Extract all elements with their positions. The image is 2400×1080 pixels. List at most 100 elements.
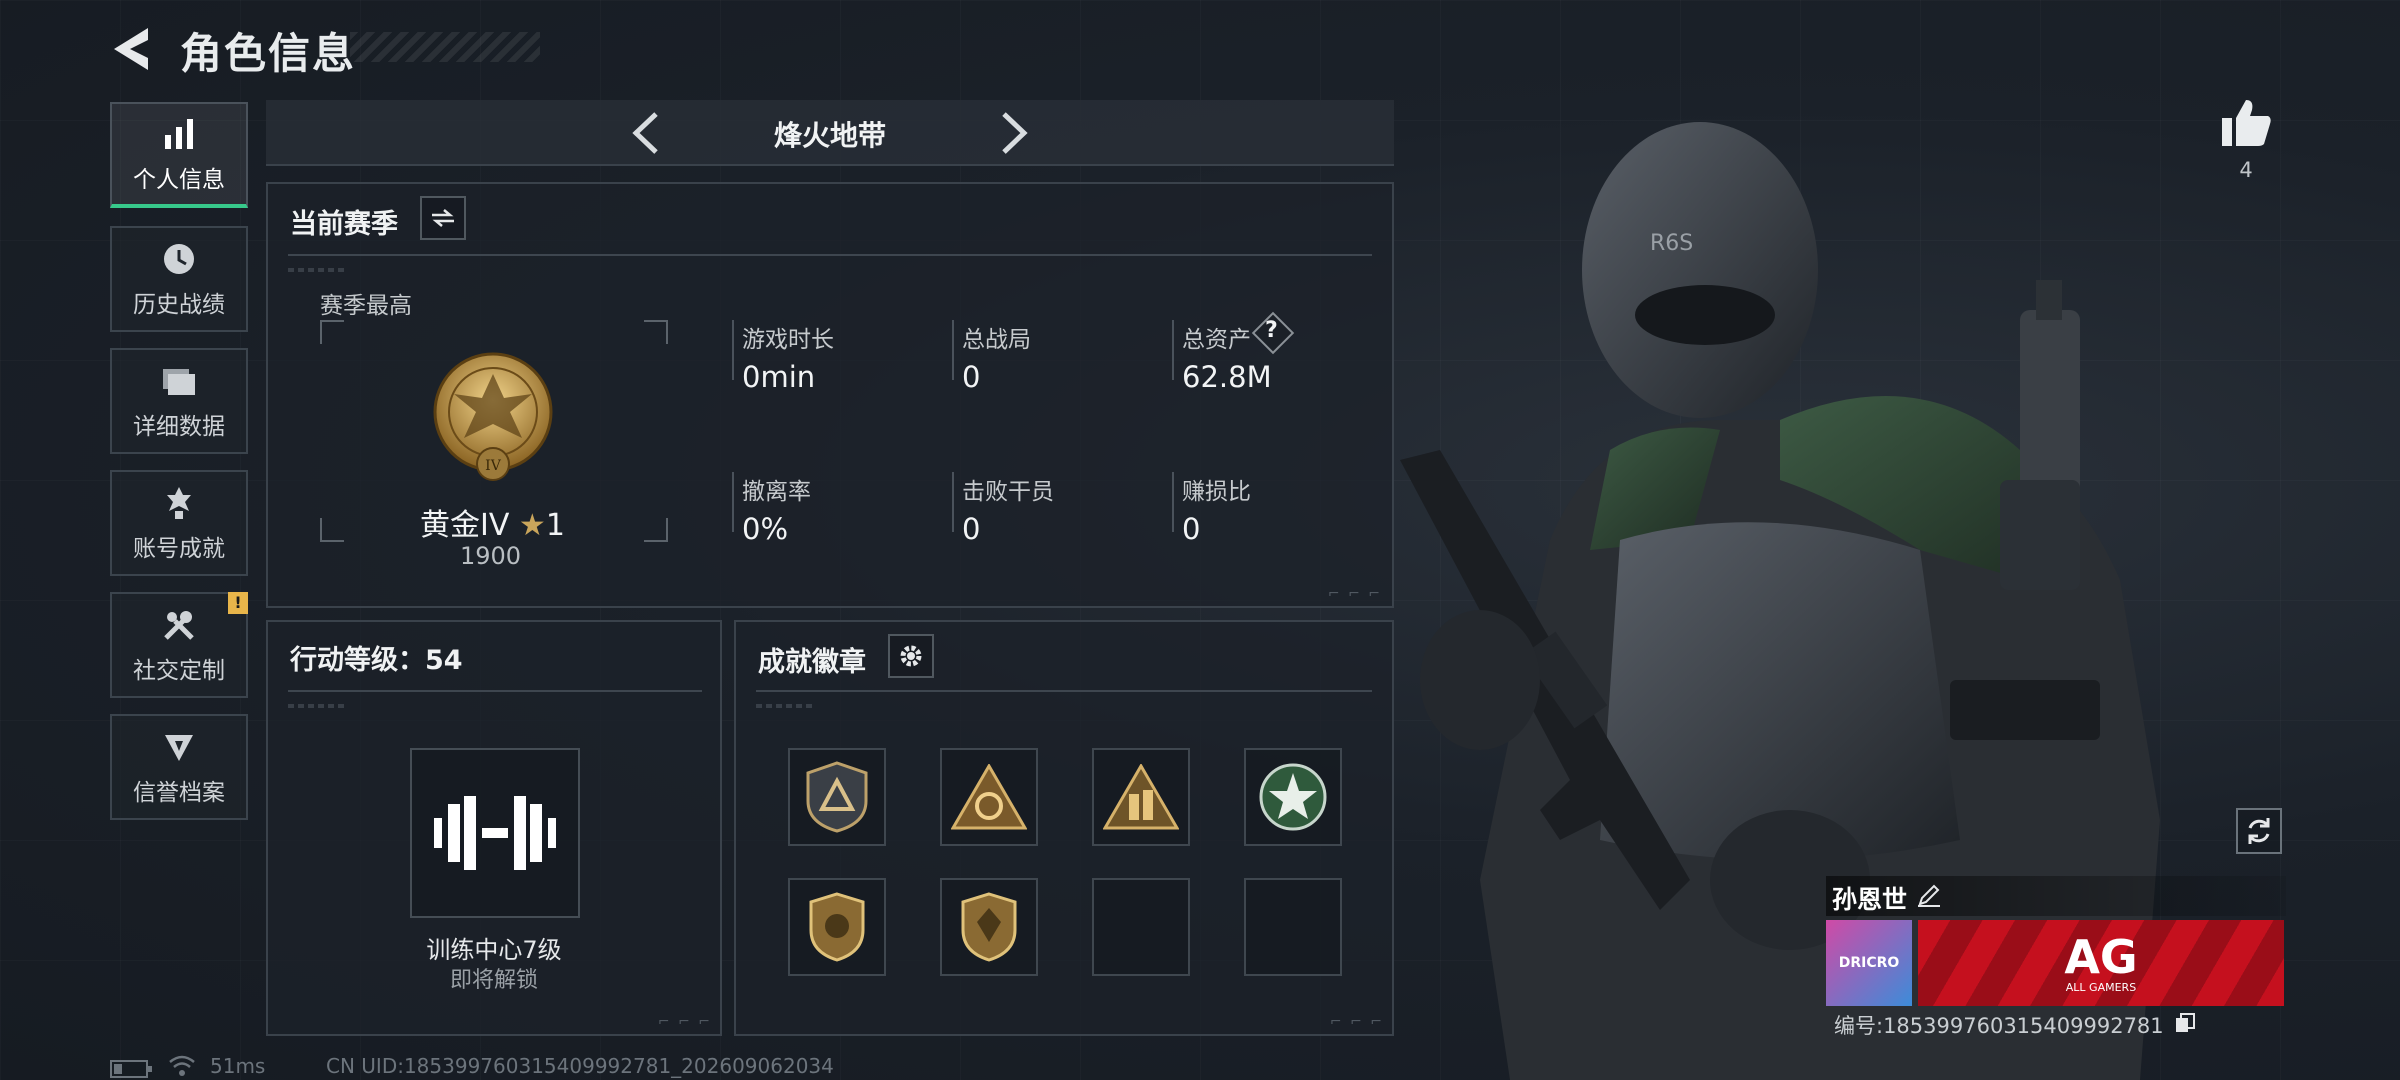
- badge-slot[interactable]: [1092, 748, 1190, 846]
- mode-name: 烽火地带: [773, 119, 886, 152]
- page-title: 角色信息: [180, 29, 357, 78]
- achievement-settings-button[interactable]: [888, 634, 934, 678]
- team-logo-text: DRICRO: [1838, 955, 1900, 971]
- help-icon-glyph: ?: [1265, 318, 1278, 343]
- stat-separator: [732, 320, 734, 380]
- stat-value-operators-defeated: 0: [962, 512, 981, 546]
- triangle-soldiers-badge-icon: [1103, 764, 1179, 830]
- rank-stars: 1: [545, 508, 565, 543]
- tools-icon: [159, 605, 199, 645]
- credit-file-icon: [159, 727, 199, 767]
- decoration-dots: [756, 704, 816, 708]
- sidebar-item-detailed-data[interactable]: 详细数据: [110, 348, 248, 454]
- prev-mode-button[interactable]: [626, 110, 670, 156]
- panel-corner-marks: ⌐ ⌐ ⌐: [1329, 1014, 1384, 1030]
- shield-triangle-badge-icon: [806, 761, 868, 833]
- stat-label-total-assets: 总资产: [1182, 327, 1251, 353]
- season-divider: [288, 254, 1372, 256]
- edit-name-icon[interactable]: [1916, 882, 1942, 908]
- svg-text:IV: IV: [485, 458, 502, 474]
- sidebar-item-social-custom[interactable]: 社交定制 !: [110, 592, 248, 698]
- action-level-divider: [288, 690, 702, 692]
- rank-name-text: 黄金IV: [420, 508, 510, 543]
- stat-value-playtime: 0min: [742, 360, 816, 394]
- back-button[interactable]: [108, 24, 154, 74]
- decoration-dots: [288, 704, 348, 708]
- sidebar-item-history[interactable]: 历史战绩: [110, 226, 248, 332]
- triangle-gear-badge-icon: [951, 764, 1027, 830]
- panel-corner-marks: ⌐ ⌐ ⌐: [1327, 586, 1382, 602]
- season-best-label: 赛季最高: [320, 293, 412, 319]
- rank-name: 黄金IV ★1: [420, 500, 565, 544]
- team-banner-text: AG: [2064, 929, 2138, 984]
- uid-text: CN UID:1853997603154099927​81_2026090620…: [326, 1054, 834, 1078]
- history-clock-icon: [159, 239, 199, 279]
- copy-icon[interactable]: [2174, 1012, 2196, 1034]
- unlock-item-status: 即将解锁: [449, 968, 538, 993]
- stat-label-operators-defeated: 击败干员: [962, 479, 1054, 505]
- battery-icon: [110, 1060, 152, 1078]
- rank-score: 1900: [460, 542, 522, 570]
- sidebar-item-personal-info[interactable]: 个人信息: [110, 102, 248, 208]
- stat-separator: [952, 472, 954, 532]
- refresh-icon: [2248, 818, 2270, 844]
- sidebar-item-credit-file[interactable]: 信誉档案: [110, 714, 248, 820]
- sidebar-item-label: 信誉档案: [133, 780, 225, 806]
- team-banner: AG ALL GAMERS: [1918, 920, 2284, 1006]
- dumbbell-icon: [434, 796, 556, 870]
- stat-value-profit-loss-ratio: 0: [1182, 512, 1201, 546]
- badge-slot[interactable]: [788, 878, 886, 976]
- sidebar-item-label: 社交定制: [133, 658, 225, 684]
- switch-season-button[interactable]: [420, 196, 466, 240]
- stat-value-extraction-rate: 0%: [742, 512, 789, 546]
- action-level-panel: 行动等级：54 训练中心7级 即将解锁 ⌐ ⌐ ⌐: [266, 620, 722, 1036]
- stat-label-profit-loss-ratio: 赚损比: [1182, 479, 1251, 505]
- wifi-icon: [169, 1055, 195, 1076]
- badge-slot-empty[interactable]: [1092, 878, 1190, 976]
- stat-label-playtime: 游戏时长: [742, 327, 834, 353]
- stat-label-extraction-rate: 撤离率: [742, 479, 811, 505]
- svg-text:R6S: R6S: [1650, 231, 1693, 256]
- stat-separator: [732, 472, 734, 532]
- badge-slot[interactable]: [940, 748, 1038, 846]
- player-id: 编号:1853997603154099927​81: [1834, 1014, 2164, 1038]
- team-logo: DRICRO: [1826, 920, 1912, 1006]
- alert-badge: !: [228, 592, 248, 614]
- title-decoration: [350, 32, 540, 62]
- decoration-dots: [288, 268, 348, 272]
- achievements-title: 成就徽章: [758, 647, 866, 678]
- gear-icon: [900, 645, 922, 667]
- stat-separator: [952, 320, 954, 380]
- season-title: 当前赛季: [290, 209, 398, 240]
- ping-value: 51ms: [210, 1054, 266, 1078]
- green-star-wreath-badge-icon: [1259, 763, 1327, 831]
- sidebar-item-achievements[interactable]: 账号成就: [110, 470, 248, 576]
- shield-gem-badge-icon: [961, 892, 1017, 962]
- action-level-title: 行动等级：54: [290, 645, 463, 676]
- swap-arrows-icon: [432, 209, 454, 227]
- stat-separator: [1172, 472, 1174, 532]
- team-banner-subtext: ALL GAMERS: [2065, 980, 2137, 994]
- badge-slot-empty[interactable]: [1244, 878, 1342, 976]
- shield-wings-badge-icon: [809, 892, 865, 962]
- achievement-icon: [159, 483, 199, 523]
- refresh-button[interactable]: [2236, 808, 2282, 854]
- next-mode-button[interactable]: [990, 110, 1034, 156]
- sidebar-item-label: 账号成就: [133, 536, 225, 562]
- gold-rank-emblem-icon: IV: [433, 352, 553, 481]
- like-icon[interactable]: [2218, 96, 2274, 148]
- stat-value-total-matches: 0: [962, 360, 981, 394]
- badge-slot[interactable]: [940, 878, 1038, 976]
- stat-separator: [1172, 320, 1174, 380]
- sidebar-item-label: 个人信息: [133, 167, 225, 193]
- unlock-item-name: 训练中心7级: [426, 936, 562, 964]
- bar-chart-icon: [159, 114, 199, 154]
- sidebar-item-label: 详细数据: [133, 414, 225, 440]
- mode-selector: 烽火地带: [266, 100, 1394, 166]
- like-count: 4: [2239, 158, 2253, 182]
- player-name: 孙恩世: [1832, 885, 1908, 914]
- badge-slot[interactable]: [788, 748, 886, 846]
- panel-corner-marks: ⌐ ⌐ ⌐: [657, 1014, 712, 1030]
- stat-label-total-matches: 总战局: [962, 327, 1031, 353]
- badge-slot[interactable]: [1244, 748, 1342, 846]
